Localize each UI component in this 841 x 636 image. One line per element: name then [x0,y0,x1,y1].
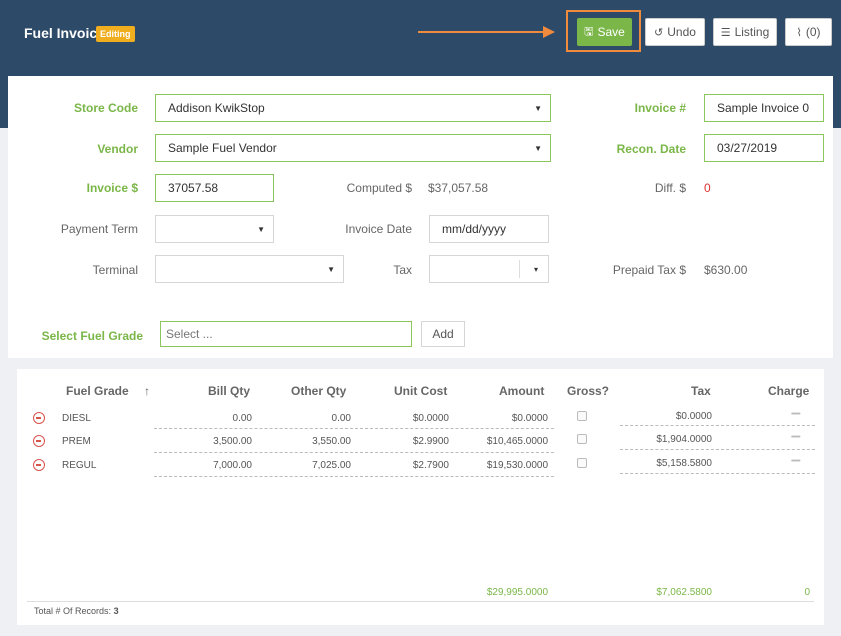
column-header-unit-cost[interactable]: Unit Cost [394,384,447,398]
save-label: Save [597,25,625,39]
row-bill-qty[interactable]: 3,500.00 [152,436,252,447]
select-fuel-grade-label: Select Fuel Grade [41,329,143,343]
store-code-label: Store Code [73,101,138,115]
listing-label: Listing [734,25,770,39]
column-header-tax[interactable]: Tax [691,384,711,398]
invoice-amount-label: Invoice $ [86,181,138,195]
vendor-select[interactable]: Sample Fuel Vendor ▼ [155,134,551,162]
terminal-label: Terminal [92,263,138,277]
invoice-number-label: Invoice # [634,101,686,115]
row-other-qty[interactable]: 7,025.00 [239,460,351,471]
invoice-date-input[interactable]: mm/dd/yyyy [429,215,549,243]
payment-term-select[interactable]: ▼ [155,215,274,243]
chevron-down-icon: ▼ [534,144,542,153]
tax-label: Tax [393,263,412,277]
row-tax[interactable]: $0.0000 [617,411,712,422]
add-button[interactable]: Add [421,321,465,347]
chevron-down-icon: ▼ [534,104,542,113]
row-grade: DIESL [62,413,91,424]
diff-label: Diff. $ [654,181,686,195]
column-header-gross[interactable]: Gross? [567,384,609,398]
table-footer-divider [27,601,814,602]
listing-button[interactable]: ☰ Listing [713,18,777,46]
gross-checkbox[interactable] [577,411,587,421]
status-badge: Editing [96,26,135,42]
fuel-grade-select-input[interactable]: Select ... [160,321,412,347]
gross-checkbox[interactable] [577,434,587,444]
computed-label: Computed $ [346,181,412,195]
total-tax: $7,062.5800 [656,587,712,598]
row-tax[interactable]: $1,904.0000 [617,434,712,445]
sort-ascending-icon[interactable]: ↑ [144,384,150,398]
column-header-other-qty[interactable]: Other Qty [291,384,346,398]
row-grade: PREM [62,436,91,447]
attachments-label: (0) [805,25,821,39]
page-title: Fuel Invoice [24,25,105,41]
row-charge[interactable]: •••••• [791,458,801,465]
row-amount[interactable]: $10,465.0000 [447,436,548,447]
row-charge[interactable]: •••••• [791,411,801,418]
total-amount: $29,995.0000 [486,587,548,598]
save-icon: 🖫 [584,25,594,38]
invoice-number-input[interactable]: Sample Invoice 0 [704,94,824,122]
row-other-qty[interactable]: 0.00 [239,413,351,424]
list-icon: ☰ [720,26,731,39]
row-charge[interactable]: •••••• [791,434,801,441]
vendor-label: Vendor [97,142,138,156]
terminal-select[interactable]: ▼ [155,255,344,283]
undo-label: Undo [667,25,696,39]
chevron-down-icon: ▼ [257,225,265,234]
invoice-amount-input[interactable]: 37057.58 [155,174,274,202]
store-code-select[interactable]: Addison KwikStop ▼ [155,94,551,122]
row-unit-cost[interactable]: $2.7900 [347,460,449,471]
row-bill-qty[interactable]: 0.00 [152,413,252,424]
tax-select[interactable]: ▾ [429,255,549,283]
column-header-bill-qty[interactable]: Bill Qty [208,384,250,398]
remove-row-icon[interactable] [33,412,45,424]
row-amount[interactable]: $19,530.0000 [447,460,548,471]
row-unit-cost[interactable]: $2.9900 [347,436,449,447]
annotation-arrow-line [418,31,546,33]
column-header-amount[interactable]: Amount [499,384,544,398]
paperclip-icon: ⌇ [796,26,802,39]
attachments-button[interactable]: ⌇ (0) [785,18,832,46]
row-unit-cost[interactable]: $0.0000 [347,413,449,424]
undo-icon: ↺ [654,26,664,39]
gross-checkbox[interactable] [577,458,587,468]
recon-date-label: Recon. Date [616,142,686,156]
undo-button[interactable]: ↺ Undo [645,18,705,46]
remove-row-icon[interactable] [33,435,45,447]
computed-value: $37,057.58 [428,181,489,195]
record-count: Total # Of Records: 3 [34,606,119,616]
annotation-arrow-head [543,26,555,38]
save-button[interactable]: 🖫 Save [577,18,632,46]
chevron-down-icon: ▾ [533,265,538,274]
payment-term-label: Payment Term [60,222,138,236]
row-tax[interactable]: $5,158.5800 [617,458,712,469]
prepaid-tax-label: Prepaid Tax $ [612,263,686,277]
invoice-date-label: Invoice Date [345,222,412,236]
column-header-fuel-grade[interactable]: Fuel Grade [66,384,129,398]
row-grade: REGUL [62,460,97,471]
recon-date-input[interactable]: 03/27/2019 [704,134,824,162]
column-header-charge[interactable]: Charge [768,384,809,398]
row-other-qty[interactable]: 3,550.00 [239,436,351,447]
invoice-form-card: Store Code Addison KwikStop ▼ Invoice # … [8,76,833,358]
row-bill-qty[interactable]: 7,000.00 [152,460,252,471]
remove-row-icon[interactable] [33,459,45,471]
prepaid-tax-value: $630.00 [704,263,748,277]
diff-value: 0 [704,181,711,195]
total-charge: 0 [804,587,810,598]
row-amount[interactable]: $0.0000 [447,413,548,424]
fuel-grade-table: Fuel Grade ↑ Bill Qty Other Qty Unit Cos… [17,369,824,625]
